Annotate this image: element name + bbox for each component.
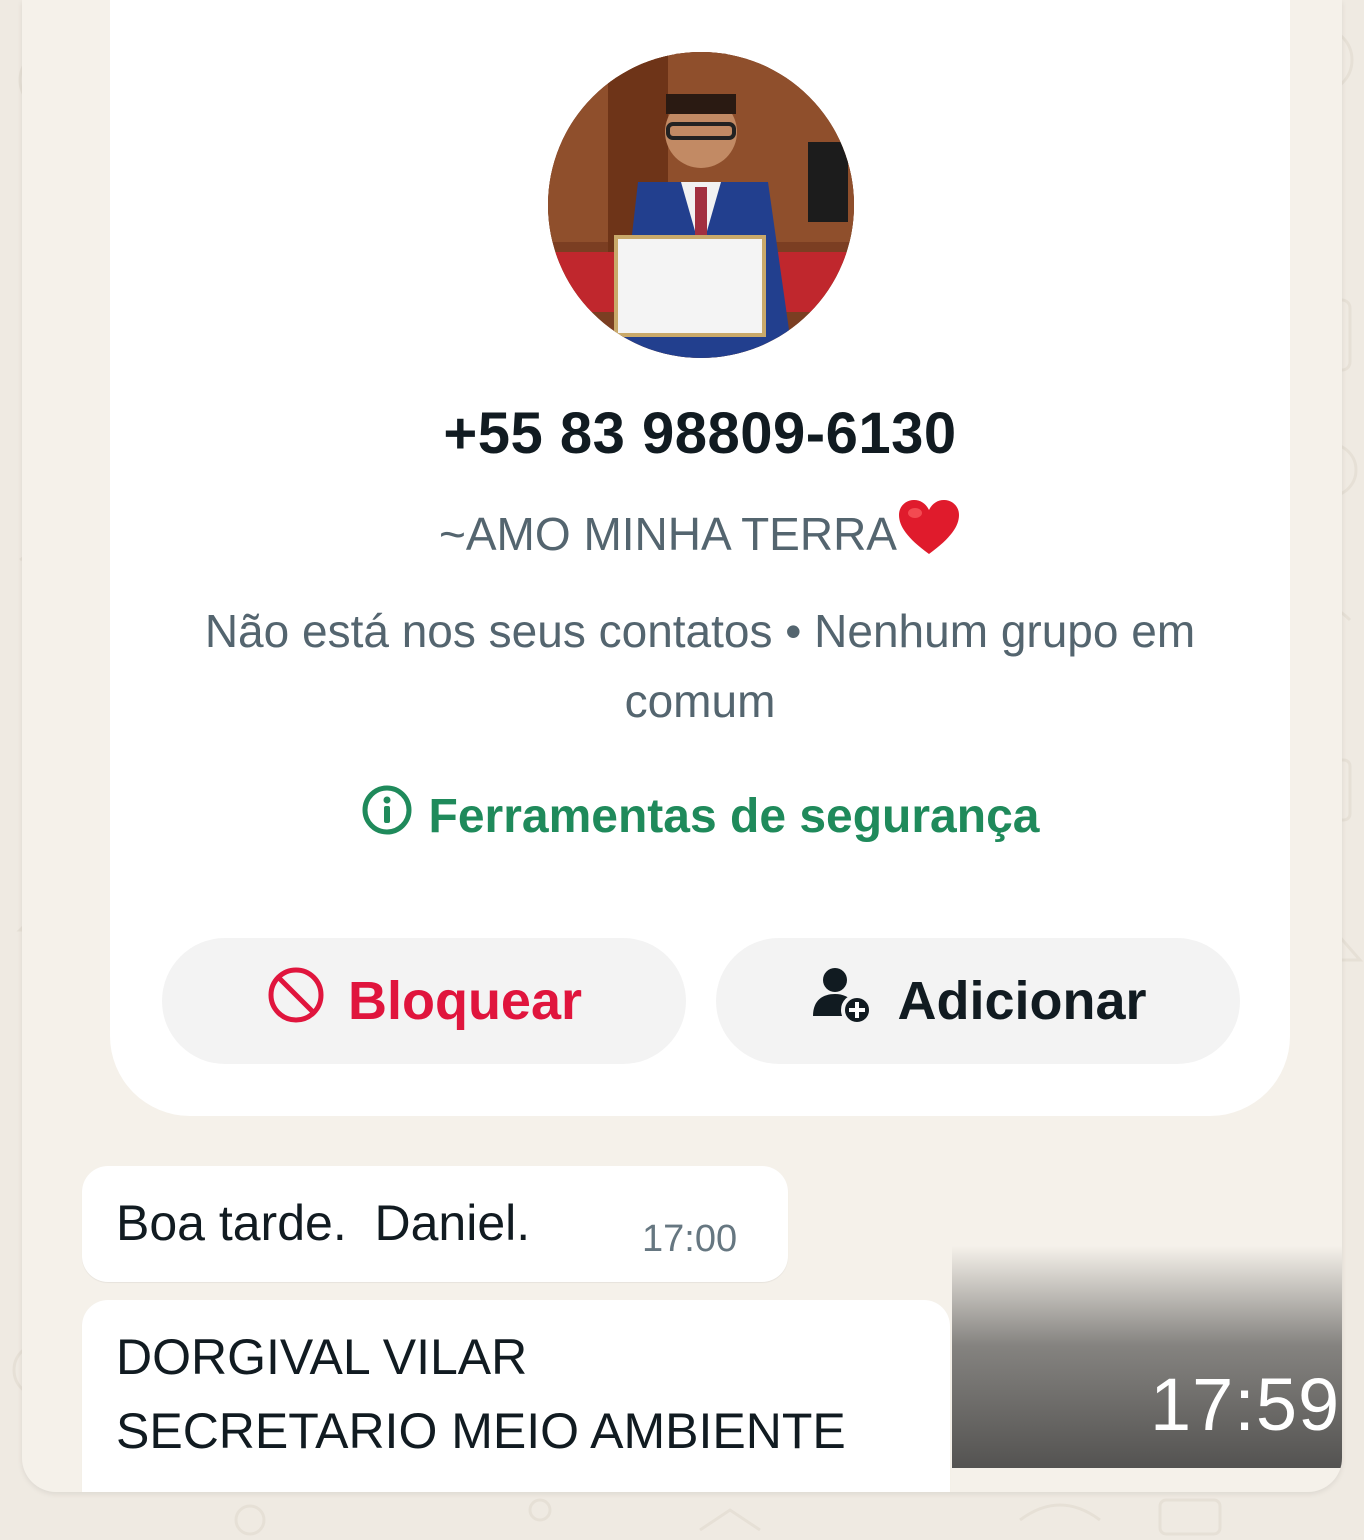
contact-avatar[interactable] bbox=[548, 52, 854, 358]
block-icon bbox=[266, 965, 326, 1038]
add-contact-button[interactable]: Adicionar bbox=[716, 938, 1240, 1064]
contact-about-status: ~AMO MINHA TERRA bbox=[110, 498, 1290, 567]
status-text: ~AMO MINHA TERRA bbox=[439, 508, 897, 560]
message-timestamp: 17:00 bbox=[642, 1218, 738, 1260]
message-text-line: DORGIVAL VILAR bbox=[116, 1329, 528, 1385]
message-text: Boa tarde. Daniel. bbox=[116, 1195, 531, 1251]
block-button-label: Bloquear bbox=[347, 971, 583, 1031]
incoming-message[interactable]: DORGIVAL VILAR SECRETARIO MEIO AMBIENTE bbox=[82, 1300, 950, 1492]
safety-tools-label: Ferramentas de segurança bbox=[428, 789, 1040, 843]
chat-panel: +55 83 98809-6130 ~AMO MINHA TERRA Não e… bbox=[22, 0, 1342, 1492]
add-contact-label: Adicionar bbox=[897, 971, 1147, 1031]
avatar-photo-illustration bbox=[548, 52, 854, 358]
message-text-line: SECRETARIO MEIO AMBIENTE bbox=[116, 1403, 846, 1459]
contact-context-info: Não está nos seus contatos • Nenhum grup… bbox=[204, 605, 1196, 727]
incoming-message[interactable]: Boa tarde. Daniel. 17:00 bbox=[82, 1166, 788, 1282]
contact-info-card: +55 83 98809-6130 ~AMO MINHA TERRA Não e… bbox=[110, 0, 1290, 1116]
overlay-timestamp: 17:59 bbox=[1150, 1363, 1341, 1446]
add-person-icon bbox=[809, 964, 875, 1039]
red-heart-icon bbox=[897, 498, 961, 567]
contact-phone-number: +55 83 98809-6130 bbox=[443, 401, 957, 466]
safety-tools-link[interactable]: Ferramentas de segurança bbox=[110, 784, 1290, 848]
block-button[interactable]: Bloquear bbox=[162, 938, 686, 1064]
info-icon bbox=[361, 784, 413, 848]
